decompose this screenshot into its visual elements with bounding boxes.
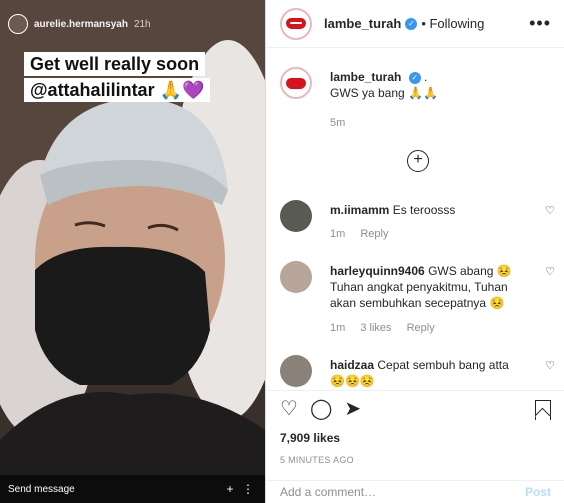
post-timestamp: 5 MINUTES AGO (280, 455, 354, 465)
comment-meta: 1m 3 likes Reply (330, 322, 447, 334)
story-author-username[interactable]: aurelie.hermansyah (34, 19, 128, 30)
caption-suffix: . (424, 70, 428, 84)
more-options-icon[interactable]: ••• (529, 13, 551, 34)
bookmark-icon[interactable] (535, 400, 551, 420)
add-comment-bar: Add a comment… Post (266, 480, 564, 503)
caption-meta: 5m (330, 117, 357, 129)
caption-text: GWS ya bang 🙏🙏 (330, 86, 438, 100)
instagram-post-view: aurelie.hermansyah 21h Get well really s… (0, 0, 564, 503)
comment-body: haidzaa Cepat sembuh bang atta 😣😣😣 (330, 357, 520, 389)
story-author-avatar[interactable] (8, 14, 28, 34)
commenter-avatar[interactable] (280, 261, 312, 293)
story-text-sticker-line1: Get well really soon (24, 52, 206, 76)
post-header: lambe_turah ✓ • Following ••• (266, 0, 564, 48)
comment-time: 1m (330, 228, 346, 240)
comment-row: haidzaa Cepat sembuh bang atta 😣😣😣 ♡ (280, 355, 555, 389)
story-header: aurelie.hermansyah 21h (8, 14, 151, 34)
like-comment-icon[interactable]: ♡ (545, 265, 555, 278)
caption-author-avatar[interactable] (280, 67, 312, 99)
comment-row: harleyquinn9406 GWS abang 😣 Tuhan angkat… (280, 261, 555, 341)
comment-user[interactable]: haidzaa (330, 358, 374, 372)
story-reply-bar: Send message + ⋮ (0, 475, 265, 503)
story-image: aurelie.hermansyah 21h Get well really s… (0, 0, 265, 503)
comment-bubble-icon[interactable]: ◯ (310, 399, 332, 423)
post-comment-button[interactable]: Post (525, 485, 551, 499)
author-username[interactable]: lambe_turah (324, 16, 401, 31)
share-send-icon[interactable]: ➤ (344, 399, 361, 423)
following-status[interactable]: • Following (421, 16, 484, 31)
comment-user[interactable]: harleyquinn9406 (330, 264, 425, 278)
commenter-avatar[interactable] (280, 200, 312, 232)
lips-logo-icon (286, 18, 306, 29)
comment-likes[interactable]: 3 likes (360, 322, 391, 334)
lips-logo-icon (286, 77, 306, 89)
comments-list: lambe_turah ✓ . GWS ya bang 🙏🙏 5m + m.ii… (266, 49, 564, 389)
comment-user[interactable]: m.iimamm (330, 203, 389, 217)
verified-badge-icon: ✓ (405, 17, 418, 30)
more-options-icon[interactable]: ⋮ (239, 482, 257, 496)
caption-body: lambe_turah ✓ . GWS ya bang 🙏🙏 (330, 69, 520, 101)
post-panel: lambe_turah ✓ • Following ••• lambe_tura… (265, 0, 564, 503)
like-heart-icon[interactable]: ♡ (280, 399, 298, 423)
story-timestamp: 21h (133, 18, 151, 30)
add-comment-input[interactable]: Add a comment… (280, 485, 525, 499)
comment-body: harleyquinn9406 GWS abang 😣 Tuhan angkat… (330, 263, 520, 311)
send-message-input[interactable]: Send message (8, 484, 221, 495)
post-actions: ♡ ◯ ➤ (266, 390, 564, 423)
commenter-avatar[interactable] (280, 355, 312, 387)
comment-body: m.iimamm Es teroosss (330, 202, 520, 218)
verified-badge-icon: ✓ (408, 71, 421, 84)
comment-text: Es teroosss (392, 203, 456, 217)
caption-author[interactable]: lambe_turah (330, 70, 401, 84)
caption-time: 5m (330, 117, 346, 129)
comment-time: 1m (330, 322, 346, 334)
reply-button[interactable]: Reply (407, 322, 435, 334)
caption-row: lambe_turah ✓ . GWS ya bang 🙏🙏 5m (280, 67, 555, 137)
like-comment-icon[interactable]: ♡ (545, 359, 555, 372)
load-more-comments-button[interactable]: + (407, 150, 429, 172)
comment-meta: 1m Reply (330, 228, 400, 240)
comment-row: m.iimamm Es teroosss 1m Reply ♡ (280, 200, 555, 245)
add-user-icon[interactable]: + (221, 482, 239, 496)
like-comment-icon[interactable]: ♡ (545, 204, 555, 217)
story-text-sticker-line2: @attahalilintar 🙏💜 (24, 78, 211, 102)
likes-count[interactable]: 7,909 likes (280, 431, 340, 445)
author-avatar[interactable] (280, 7, 312, 40)
reply-button[interactable]: Reply (360, 228, 388, 240)
